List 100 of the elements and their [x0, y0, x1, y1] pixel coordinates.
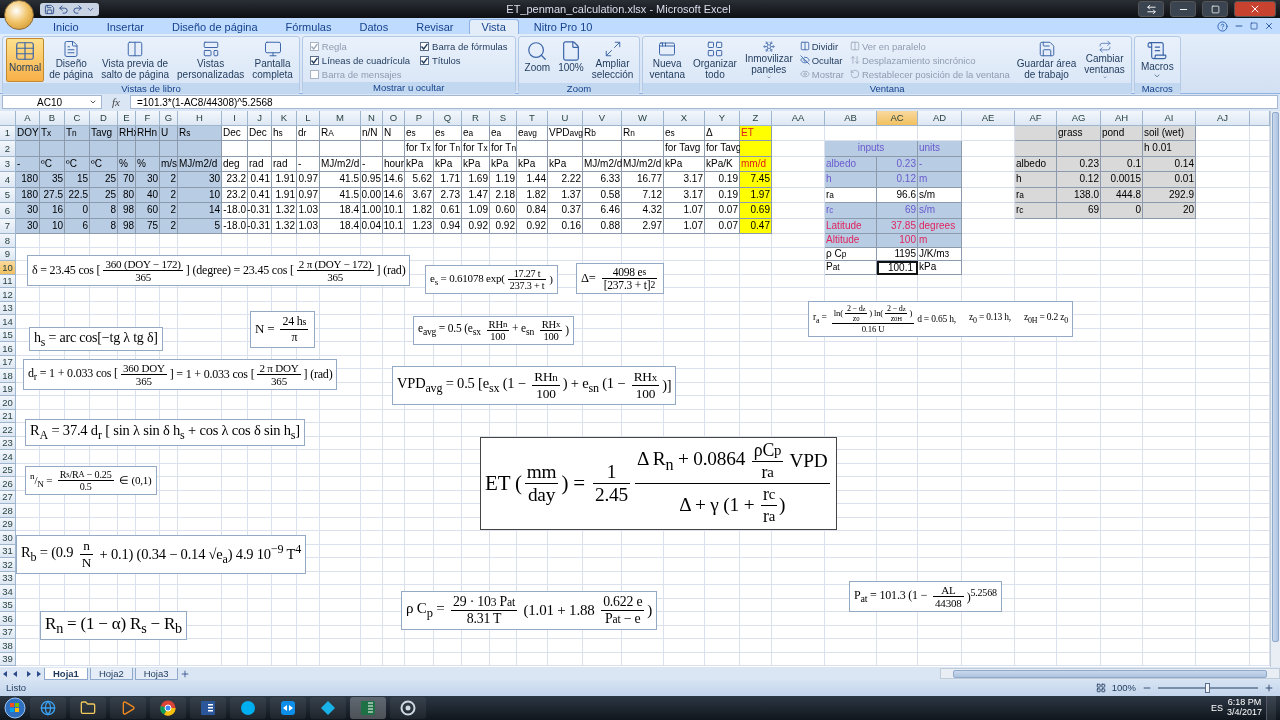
- row-header[interactable]: 20: [0, 396, 16, 410]
- taskbar-item[interactable]: [230, 696, 266, 719]
- row-header[interactable]: 10: [0, 261, 16, 275]
- table-cell[interactable]: kPa: [918, 261, 962, 275]
- ribbon-tab[interactable]: Fórmulas: [272, 18, 345, 34]
- clock[interactable]: 6:18 PM 3/4/2017: [1226, 698, 1262, 718]
- checkbox-option[interactable]: Barra de fórmulas: [416, 39, 512, 53]
- table-cell[interactable]: [1057, 141, 1101, 157]
- row-header[interactable]: 34: [0, 585, 16, 599]
- view-icon[interactable]: [1095, 682, 1106, 693]
- name-box[interactable]: AC10: [2, 95, 102, 110]
- help-icon[interactable]: [1217, 20, 1228, 32]
- row-header[interactable]: 18: [0, 369, 16, 383]
- ribbon-button[interactable]: Vista previa de salto de página: [98, 37, 172, 82]
- row-header[interactable]: 6: [0, 203, 16, 219]
- restore-button[interactable]: [1202, 1, 1228, 17]
- table-cell[interactable]: [383, 141, 405, 157]
- table-cell[interactable]: 16: [40, 203, 65, 219]
- table-cell[interactable]: 1.82: [405, 203, 434, 219]
- table-cell[interactable]: [361, 141, 383, 157]
- ribbon-small-button[interactable]: Dividir: [797, 39, 846, 53]
- zoom-in-icon[interactable]: [1264, 682, 1274, 693]
- ribbon-button[interactable]: Vistas personalizadas: [174, 37, 248, 82]
- row-header[interactable]: 36: [0, 612, 16, 626]
- ribbon-button[interactable]: Zoom: [521, 37, 554, 82]
- undo-icon[interactable]: [58, 3, 69, 15]
- table-cell[interactable]: 0.84: [517, 203, 548, 219]
- horizontal-scrollbar[interactable]: [940, 668, 1280, 680]
- table-cell[interactable]: 1.32: [272, 203, 297, 219]
- table-cell[interactable]: [548, 141, 583, 157]
- table-cell[interactable]: 60: [136, 203, 160, 219]
- table-cell[interactable]: h: [1015, 172, 1057, 188]
- vertical-scrollbar[interactable]: [1270, 110, 1280, 668]
- taskbar-item[interactable]: [70, 696, 106, 719]
- ribbon-button[interactable]: Ampliar selección: [588, 37, 637, 82]
- table-cell[interactable]: 0.60: [490, 203, 517, 219]
- table-cell[interactable]: 30: [178, 172, 222, 188]
- table-cell[interactable]: 4.32: [622, 203, 664, 219]
- row-header[interactable]: 24: [0, 450, 16, 464]
- taskbar-item[interactable]: [110, 696, 146, 719]
- table-cell[interactable]: 16.77: [622, 172, 664, 188]
- row-header[interactable]: 8: [0, 234, 16, 248]
- taskbar-item[interactable]: [310, 696, 346, 719]
- table-cell[interactable]: 1.71: [434, 172, 462, 188]
- table-cell[interactable]: 0.19: [705, 172, 740, 188]
- row-header[interactable]: 22: [0, 423, 16, 437]
- table-cell[interactable]: 0.12: [1057, 172, 1101, 188]
- table-cell[interactable]: 2.22: [548, 172, 583, 188]
- ribbon-tab[interactable]: Nitro Pro 10: [520, 18, 606, 34]
- checkbox[interactable]: [420, 55, 430, 65]
- row-header[interactable]: 4: [0, 172, 16, 188]
- ribbon-button[interactable]: Normal: [6, 37, 45, 82]
- zoom-text[interactable]: 100%: [1111, 682, 1136, 694]
- sheet-tab[interactable]: Hoja3: [134, 667, 178, 680]
- table-cell[interactable]: 30: [16, 203, 40, 219]
- resize-button[interactable]: [1138, 1, 1164, 17]
- table-cell[interactable]: [320, 141, 361, 157]
- table-cell[interactable]: 1.00: [361, 203, 383, 219]
- row-header[interactable]: 2: [0, 141, 16, 157]
- table-cell[interactable]: [297, 141, 320, 157]
- table-cell[interactable]: 23.2: [222, 172, 248, 188]
- taskbar-item[interactable]: [30, 696, 66, 719]
- table-cell[interactable]: h 0.01: [1143, 141, 1196, 157]
- formula-field[interactable]: =101.3*(1-AC8/44308)^5.2568: [129, 95, 1278, 110]
- table-cell[interactable]: 25: [90, 172, 118, 188]
- table-cell[interactable]: 0.37: [548, 203, 583, 219]
- table-cell[interactable]: 35: [40, 172, 65, 188]
- table-cell[interactable]: 10.1: [383, 203, 405, 219]
- table-cell[interactable]: [740, 141, 772, 157]
- ribbon-button[interactable]: Guardar área de trabajo: [1013, 37, 1080, 82]
- table-cell[interactable]: 8: [90, 203, 118, 219]
- checkbox-option[interactable]: Títulos: [416, 53, 512, 67]
- row-header[interactable]: 28: [0, 504, 16, 518]
- row-header[interactable]: 12: [0, 288, 16, 302]
- row-header[interactable]: 32: [0, 558, 16, 572]
- ribbon-button[interactable]: Cambiar ventanas: [1081, 37, 1128, 82]
- table-cell[interactable]: [65, 141, 90, 157]
- office-button[interactable]: [4, 0, 34, 30]
- table-cell[interactable]: [222, 141, 248, 157]
- table-cell[interactable]: for Tavg: [664, 141, 705, 157]
- table-cell[interactable]: [248, 141, 272, 157]
- checkbox[interactable]: [420, 41, 430, 51]
- taskbar-item[interactable]: [390, 696, 426, 719]
- ribbon-button[interactable]: Nueva ventana: [646, 37, 688, 82]
- table-cell[interactable]: -18.0: [222, 203, 248, 219]
- close-button[interactable]: [1234, 1, 1276, 17]
- table-cell[interactable]: [90, 141, 118, 157]
- table-cell[interactable]: 0.0015: [1101, 172, 1143, 188]
- ribbon-tab[interactable]: Revisar: [403, 18, 467, 34]
- table-cell[interactable]: 15: [65, 172, 90, 188]
- row-header[interactable]: 38: [0, 639, 16, 653]
- table-cell[interactable]: 98: [118, 203, 136, 219]
- table-cell[interactable]: 3.17: [664, 172, 705, 188]
- table-cell[interactable]: 1.19: [490, 172, 517, 188]
- table-cell[interactable]: 0.01: [1143, 172, 1196, 188]
- sheet-tab[interactable]: Hoja1: [44, 667, 88, 680]
- table-cell[interactable]: [1015, 141, 1057, 157]
- table-cell[interactable]: 6.33: [583, 172, 622, 188]
- taskbar-item[interactable]: [190, 696, 226, 719]
- ribbon-button[interactable]: Inmovilizar paneles: [741, 37, 796, 82]
